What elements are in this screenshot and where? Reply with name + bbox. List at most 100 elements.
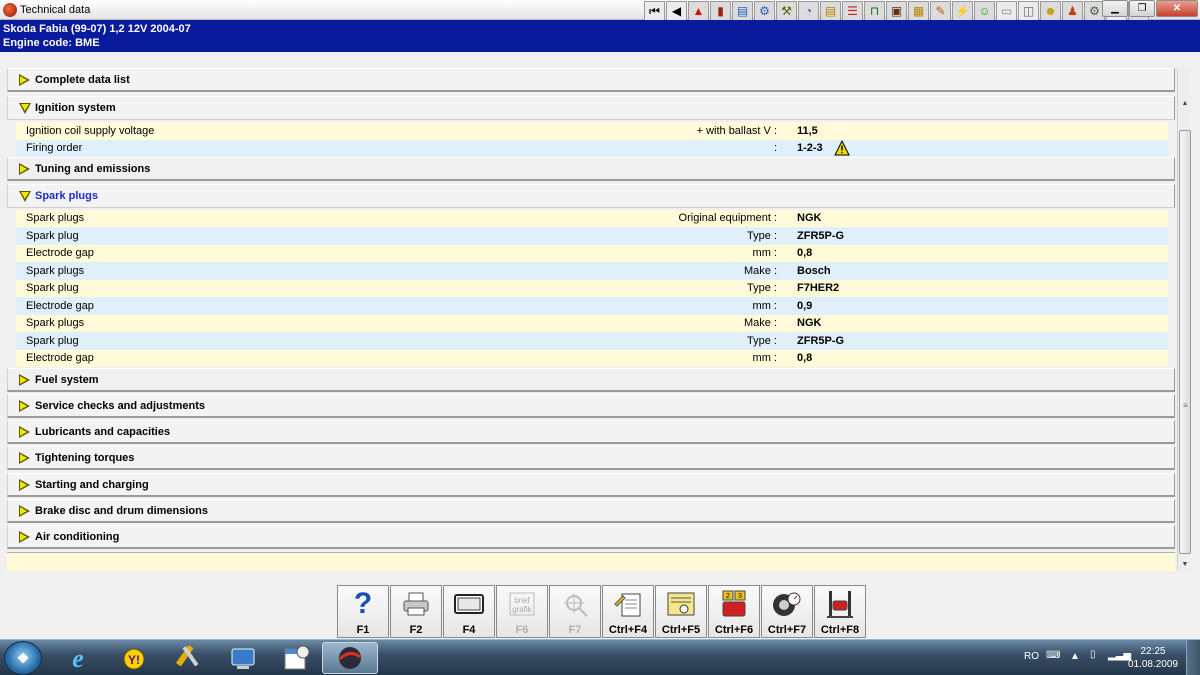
section-spark-plugs[interactable]: Spark plugs: [7, 184, 1175, 208]
start-button[interactable]: ❖: [4, 641, 42, 675]
section-lubricants[interactable]: Lubricants and capacities: [7, 420, 1175, 444]
vehicle-header: Skoda Fabia (99-07) 1,2 12V 2004-07 Engi…: [0, 20, 1200, 52]
person-icon[interactable]: ♟: [1062, 1, 1083, 21]
section-fuel-system[interactable]: Fuel system: [7, 368, 1175, 392]
row-unit: :: [773, 142, 777, 155]
row-unit: + with ballast V :: [696, 124, 777, 137]
lift-icon[interactable]: ⊓: [864, 1, 885, 21]
battery-icon[interactable]: ▯: [1090, 649, 1096, 660]
section-label: Complete data list: [35, 73, 130, 86]
f2-print-button[interactable]: F2: [390, 585, 442, 638]
title-bar: Technical data ⏮ ◀ ▲ ▮ ▤ ⚙ ⚒ ◔ ▤ ☰ ⊓ ▣ ▦…: [0, 0, 1200, 21]
show-desktop-button[interactable]: [1186, 640, 1200, 675]
list-icon[interactable]: ☰: [842, 1, 863, 21]
section-tuning-and-emissions[interactable]: Tuning and emissions: [7, 157, 1175, 181]
tools-icon[interactable]: ⚒: [776, 1, 797, 21]
calendar-icon[interactable]: ▦: [908, 1, 929, 21]
face-icon[interactable]: ☺: [974, 1, 995, 21]
scroll-up-icon[interactable]: ▲: [1178, 96, 1192, 110]
table-row: Spark plugs Original equipment : NGK: [16, 209, 1168, 227]
section-tightening-torques[interactable]: Tightening torques: [7, 446, 1175, 470]
vertical-scrollbar[interactable]: ▲ ≡ ▼: [1177, 68, 1191, 571]
section-label: Tightening torques: [35, 451, 135, 464]
expand-arrow-icon: [19, 452, 30, 464]
collapse-arrow-icon: [19, 190, 31, 202]
f4-screen-button[interactable]: F4: [443, 585, 495, 638]
car-service-icon[interactable]: ◫: [1018, 1, 1039, 21]
section-brake-dimensions[interactable]: Brake disc and drum dimensions: [7, 499, 1175, 523]
section-service-checks[interactable]: Service checks and adjustments: [7, 394, 1175, 418]
section-label: Air conditioning: [35, 530, 120, 543]
show-hidden-icons-icon[interactable]: ▲: [1070, 651, 1080, 662]
clock-date: 01.08.2009: [1127, 659, 1178, 670]
restore-button[interactable]: ❐: [1129, 0, 1155, 17]
table-row: Spark plug Type : ZFR5P-G: [16, 332, 1168, 350]
car-outline-icon[interactable]: ▭: [996, 1, 1017, 21]
ctrl-f7-tyre-button[interactable]: Ctrl+F7: [761, 585, 813, 638]
language-indicator[interactable]: RO: [1024, 651, 1039, 662]
tools-app-icon[interactable]: [160, 642, 216, 674]
f7-button[interactable]: F7: [549, 585, 601, 638]
section-label: Lubricants and capacities: [35, 425, 171, 438]
row-value: NGK: [797, 317, 822, 330]
internet-explorer-icon[interactable]: e: [50, 642, 106, 674]
yahoo-messenger-icon[interactable]: Y!: [106, 642, 162, 674]
scroll-thumb[interactable]: ≡: [1179, 130, 1191, 554]
ctrl-f6-engine-button[interactable]: 23 Ctrl+F6: [708, 585, 760, 638]
fkey-label: F6: [515, 624, 529, 636]
row-unit: mm :: [752, 247, 777, 260]
row-label: Spark plug: [26, 229, 79, 242]
expand-arrow-icon: [19, 374, 30, 386]
section-complete-data-list[interactable]: Complete data list: [7, 68, 1175, 92]
svg-text:brief: brief: [514, 596, 530, 605]
fkey-label: F2: [409, 624, 423, 636]
document-icon[interactable]: ▤: [820, 1, 841, 21]
ctrl-f8-lift-button[interactable]: Ctrl+F8: [814, 585, 866, 638]
warning-icon[interactable]: ▲: [688, 1, 709, 21]
electric-icon[interactable]: ⚡: [952, 1, 973, 21]
first-page-icon[interactable]: ⏮: [644, 1, 665, 21]
window-title: Technical data: [20, 4, 91, 16]
ctrl-f4-notes-button[interactable]: Ctrl+F4: [602, 585, 654, 638]
window-controls: ▁ ❐ ✕: [1101, 0, 1198, 17]
windows-logo-icon: ❖: [16, 649, 30, 666]
section-ignition-system[interactable]: Ignition system: [7, 96, 1175, 120]
ctrl-f5-select-button[interactable]: Ctrl+F5: [655, 585, 707, 638]
row-unit: Type :: [747, 334, 777, 347]
gear-icon[interactable]: ⚙: [754, 1, 775, 21]
autodata-app-icon[interactable]: [322, 642, 378, 674]
expand-arrow-icon: [19, 400, 30, 412]
keyboard-icon[interactable]: ⌨: [1046, 650, 1060, 661]
minimize-button[interactable]: ▁: [1102, 0, 1128, 17]
section-label: Ignition system: [35, 102, 116, 114]
engine-icon[interactable]: ▣: [886, 1, 907, 21]
row-label: Spark plugs: [26, 317, 85, 330]
previous-icon[interactable]: ◀: [666, 1, 687, 21]
wrench-icon[interactable]: ✎: [930, 1, 951, 21]
fkey-label: Ctrl+F5: [661, 624, 701, 636]
notes-icon: [608, 586, 648, 622]
fkey-label: F4: [462, 624, 476, 636]
section-air-conditioning[interactable]: Air conditioning: [7, 525, 1175, 549]
alert-face-icon[interactable]: ☻: [1040, 1, 1061, 21]
svg-text:grafik: grafik: [512, 605, 533, 614]
calendar-app-icon[interactable]: [268, 642, 324, 674]
f1-help-button[interactable]: ? F1: [337, 585, 389, 638]
section-label: Spark plugs: [35, 190, 98, 202]
fkey-label: F7: [568, 624, 582, 636]
top-toolbar: ⏮ ◀ ▲ ▮ ▤ ⚙ ⚒ ◔ ▤ ☰ ⊓ ▣ ▦ ✎ ⚡ ☺ ▭ ◫ ☻ ♟ …: [644, 1, 1150, 21]
clock[interactable]: 22:25 01.08.2009: [1128, 645, 1178, 671]
table-row: Electrode gap mm : 0,8: [16, 349, 1168, 367]
row-value: 0,9: [797, 299, 813, 312]
f6-button[interactable]: brief grafik F6: [496, 585, 548, 638]
close-button[interactable]: ✕: [1156, 0, 1198, 17]
remote-app-icon[interactable]: [215, 642, 271, 674]
select-icon: [661, 586, 701, 622]
battery-icon[interactable]: ▮: [710, 1, 731, 21]
gauge-icon[interactable]: ◔: [798, 1, 819, 21]
section-starting-charging[interactable]: Starting and charging: [7, 473, 1175, 497]
scroll-down-icon[interactable]: ▼: [1178, 557, 1192, 571]
chart-icon[interactable]: ▤: [732, 1, 753, 21]
table-row: Ignition coil supply voltage + with ball…: [16, 122, 1168, 140]
warning-icon[interactable]: [834, 139, 850, 156]
